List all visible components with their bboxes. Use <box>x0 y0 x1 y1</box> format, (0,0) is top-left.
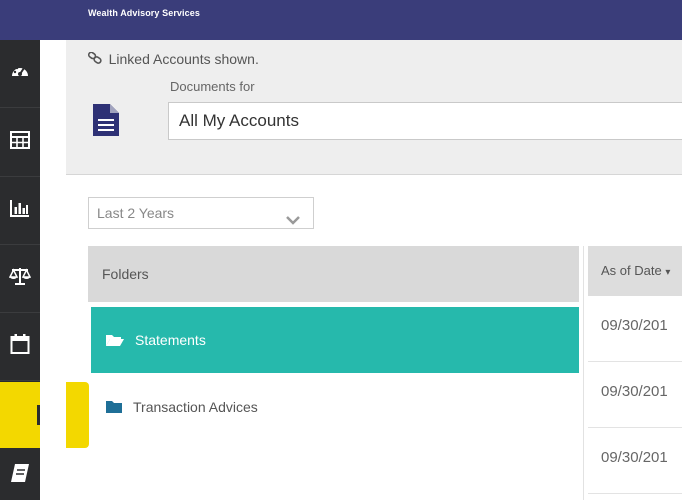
sidebar-item-notes[interactable] <box>0 450 40 500</box>
sidebar-item-holdings[interactable] <box>0 110 40 174</box>
sidebar-divider <box>0 312 40 313</box>
documents-for-label: Documents for <box>170 79 255 94</box>
link-icon <box>87 51 106 67</box>
sidebar-divider <box>0 244 40 245</box>
sidebar-item-balances[interactable] <box>0 246 40 310</box>
folder-label: Statements <box>135 332 206 348</box>
calendar-icon <box>10 333 30 360</box>
column-header-as-of-date[interactable]: As of Date ▾ <box>588 246 682 296</box>
document-icon <box>92 103 120 142</box>
account-select[interactable]: All My Accounts <box>168 102 682 140</box>
column-divider <box>583 246 584 500</box>
dashboard-icon <box>9 60 31 87</box>
linked-accounts-text: Linked Accounts shown. <box>108 51 259 67</box>
folder-open-icon <box>105 333 125 347</box>
folder-item-transaction-advices[interactable]: Transaction Advices <box>91 374 579 440</box>
table-row[interactable]: 09/30/201 <box>588 428 682 494</box>
notebook-icon <box>10 462 30 489</box>
chevron-down-icon <box>285 206 301 236</box>
balance-scale-icon <box>8 266 32 291</box>
sidebar-divider <box>0 107 40 108</box>
folder-label: Transaction Advices <box>133 399 258 415</box>
sidebar-item-performance[interactable] <box>0 178 40 242</box>
bar-chart-icon <box>10 199 30 222</box>
folders-header: Folders <box>88 246 579 302</box>
sidebar-divider <box>0 176 40 177</box>
brand-title: Wealth Advisory Services <box>88 8 200 18</box>
account-selector-panel: Linked Accounts shown. Documents for All… <box>66 40 682 175</box>
sidebar-item-calendar[interactable] <box>0 314 40 378</box>
sidebar-divider <box>0 380 40 381</box>
grid-table-icon <box>10 130 30 154</box>
folder-icon <box>105 400 123 414</box>
folder-item-statements[interactable]: Statements <box>91 307 579 373</box>
linked-accounts-notice: Linked Accounts shown. <box>87 51 259 67</box>
table-row[interactable]: 09/30/201 <box>588 362 682 428</box>
content-gutter <box>40 40 66 500</box>
top-header: Wealth Advisory Services <box>0 0 682 40</box>
column-header-label: As of Date <box>601 263 662 278</box>
date-range-select[interactable]: Last 2 Years <box>88 197 314 229</box>
table-row[interactable]: 09/30/201 <box>588 296 682 362</box>
date-range-value: Last 2 Years <box>97 205 175 221</box>
sort-caret-icon: ▾ <box>665 267 671 278</box>
sidebar-item-dashboard[interactable] <box>0 41 40 105</box>
